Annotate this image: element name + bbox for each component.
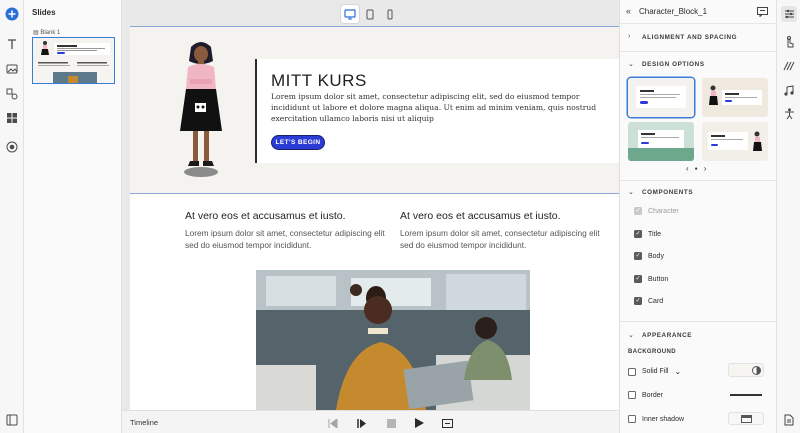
section-appearance: ⌄ APPEARANCE BACKGROUND Solid Fill ⌄ Bor… (620, 322, 777, 433)
text-column-2[interactable]: At vero eos et accusamus et iusto. Lorem… (400, 210, 605, 251)
design-option-1[interactable] (628, 78, 694, 117)
border-style-preview[interactable] (728, 389, 764, 401)
section-components: ⌄ COMPONENTS ✓ Character ✓ Title ✓ Body … (620, 181, 777, 322)
checkbox-checked[interactable]: ✓ (634, 252, 642, 260)
chevron-down-icon[interactable]: ⌄ (628, 60, 634, 68)
animation-icon[interactable] (781, 58, 797, 74)
play-from-icon[interactable] (355, 416, 369, 430)
design-option-3[interactable] (628, 122, 694, 161)
interaction-icon[interactable] (781, 34, 797, 50)
audio-icon[interactable] (781, 82, 797, 98)
record-icon[interactable] (4, 139, 20, 155)
solid-fill-option[interactable]: Solid Fill ⌄ (628, 367, 681, 376)
office-photo[interactable] (256, 270, 530, 410)
design-page-dot: ● (694, 165, 698, 172)
section-alignment[interactable]: › ALIGNMENT AND SPACING (620, 24, 777, 52)
mobile-icon (387, 9, 393, 19)
play-icon[interactable] (412, 416, 426, 430)
design-option-2[interactable] (702, 78, 768, 117)
checkbox-unchecked[interactable] (628, 391, 636, 399)
checkbox-checked[interactable]: ✓ (634, 275, 642, 283)
text-icon[interactable] (4, 36, 20, 52)
tablet-icon (366, 9, 374, 19)
design-pager: ‹ ● › (686, 164, 706, 173)
collapse-panel-icon[interactable] (4, 412, 20, 428)
properties-icon[interactable] (781, 6, 797, 22)
component-button[interactable]: ✓ Button (634, 275, 668, 283)
desktop-view-button[interactable] (341, 5, 359, 23)
chevron-down-icon[interactable]: ⌄ (674, 367, 681, 376)
preview-icon[interactable] (440, 416, 454, 430)
slides-panel-title: Slides (32, 8, 56, 17)
character-block[interactable]: MITT KURS Lorem ipsum dolor sit amet, co… (130, 26, 619, 194)
border-option[interactable]: Border (628, 391, 663, 399)
timeline-label[interactable]: Timeline (130, 418, 158, 427)
previous-icon[interactable] (326, 416, 340, 430)
card-title[interactable]: MITT KURS (271, 71, 367, 91)
background-label: BACKGROUND (628, 349, 676, 355)
checkbox-unchecked[interactable] (628, 415, 636, 423)
section-design-options: ⌄ DESIGN OPTIONS ‹ ● › (620, 52, 777, 181)
add-icon[interactable] (4, 6, 20, 22)
inner-shadow-option[interactable]: Inner shadow (628, 415, 684, 423)
checkbox-unchecked[interactable] (628, 367, 636, 376)
mobile-view-button[interactable] (381, 5, 399, 23)
component-character[interactable]: ✓ Character (634, 207, 679, 215)
card-body[interactable]: Lorem ipsum dolor sit amet, consectetur … (271, 91, 616, 124)
design-prev-icon[interactable]: ‹ (686, 164, 689, 173)
checkbox-checked[interactable]: ✓ (634, 297, 642, 305)
properties-header: « Character_Block_1 (620, 0, 777, 24)
lets-begin-button[interactable]: LET'S BEGIN (271, 135, 325, 150)
color-picker-icon (752, 366, 761, 375)
document-icon[interactable] (781, 412, 797, 428)
checkbox-checked[interactable]: ✓ (634, 230, 642, 238)
slides-panel: Slides ▤ Blank 1 (24, 0, 122, 433)
timeline-bar: Timeline (122, 410, 619, 433)
accessibility-icon[interactable] (781, 106, 797, 122)
column-text: Lorem ipsum dolor sit amet, consectetur … (185, 228, 385, 250)
character-illustration (180, 42, 222, 177)
interactions-icon[interactable] (4, 86, 20, 102)
slide-canvas[interactable]: MITT KURS Lorem ipsum dolor sit amet, co… (130, 26, 619, 410)
desktop-icon (344, 8, 356, 19)
column-heading: At vero eos et accusamus et iusto. (185, 210, 346, 222)
column-heading: At vero eos et accusamus et iusto. (400, 210, 561, 222)
design-option-4[interactable] (702, 122, 768, 161)
shadow-preview[interactable] (728, 412, 764, 425)
tablet-view-button[interactable] (361, 5, 379, 23)
stop-icon[interactable] (384, 416, 398, 430)
device-preview-switcher (341, 5, 399, 25)
component-title[interactable]: ✓ Title (634, 230, 661, 238)
character-card[interactable]: MITT KURS Lorem ipsum dolor sit amet, co… (255, 59, 619, 163)
component-card[interactable]: ✓ Card (634, 297, 663, 305)
component-body[interactable]: ✓ Body (634, 252, 664, 260)
column-text: Lorem ipsum dolor sit amet, consectetur … (400, 228, 600, 250)
chevron-right-icon: › (628, 33, 631, 40)
collapse-chevrons-icon[interactable]: « (626, 6, 631, 16)
text-column-1[interactable]: At vero eos et accusamus et iusto. Lorem… (185, 210, 390, 251)
design-next-icon[interactable]: › (704, 164, 707, 173)
chevron-down-icon[interactable]: ⌄ (628, 188, 634, 196)
slide-label: ▤ Blank 1 (33, 30, 61, 36)
comment-icon[interactable] (757, 7, 768, 17)
slide-thumbnail[interactable] (32, 37, 115, 84)
canvas-area: MITT KURS Lorem ipsum dolor sit amet, co… (122, 0, 619, 410)
shadow-icon (741, 415, 752, 423)
properties-panel: « Character_Block_1 › ALIGNMENT AND SPAC… (619, 0, 777, 433)
right-toolbar (776, 0, 800, 433)
chevron-down-icon[interactable]: ⌄ (628, 331, 634, 339)
checkbox-checked-disabled: ✓ (634, 207, 642, 215)
media-icon[interactable] (4, 61, 20, 77)
fill-color-swatch[interactable] (728, 363, 764, 377)
border-line (730, 394, 762, 396)
left-toolbar (0, 0, 24, 433)
blocks-icon[interactable] (4, 110, 20, 126)
block-name: Character_Block_1 (639, 7, 708, 16)
